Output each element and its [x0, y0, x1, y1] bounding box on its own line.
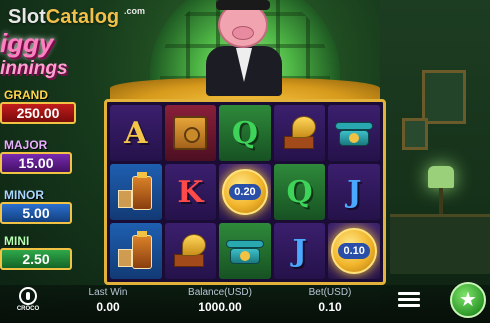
safe-icon	[173, 116, 208, 150]
reel-cell	[273, 105, 326, 161]
pig-mascot	[206, 0, 286, 96]
reel-cell	[219, 223, 271, 279]
bet-label: Bet(USD)	[308, 287, 352, 298]
reel-cell	[164, 223, 217, 279]
bet-display[interactable]: Bet(USD) 0.10	[300, 287, 360, 314]
telephone-icon	[225, 236, 264, 266]
symbol-letter: K	[177, 174, 204, 210]
coin-symbol: 0.20	[221, 169, 268, 215]
reel-cell	[110, 164, 162, 220]
jackpot-mini: MINI 2.50	[0, 234, 76, 270]
telephone-icon	[335, 118, 374, 148]
star-icon: ★	[459, 289, 477, 311]
wall-painting-small	[402, 118, 428, 150]
wall-painting	[422, 70, 466, 124]
reel-cell: 0.20	[219, 164, 271, 220]
reel-grid: A Q K 0.20 Q J J 0.10	[104, 99, 386, 285]
jackpot-major-value: 15.00	[0, 152, 72, 174]
jackpot-minor-value: 5.00	[0, 202, 72, 224]
jackpot-minor-label: MINOR	[4, 188, 44, 202]
reel-cell: 0.10	[328, 223, 380, 279]
last-win-value: 0.00	[96, 300, 120, 314]
spin-button[interactable]: ★	[450, 282, 486, 318]
jackpot-major: MAJOR 15.00	[0, 138, 76, 174]
reel-cell	[164, 105, 217, 161]
symbol-letter: A	[124, 115, 148, 151]
reel-cell: J	[328, 164, 380, 220]
reel-cell: J	[273, 223, 326, 279]
game-logo-subtitle: innings	[0, 58, 68, 79]
gramophone-icon	[172, 234, 208, 268]
balance-display: Balance(USD) 1000.00	[180, 287, 260, 314]
last-win-display: Last Win 0.00	[80, 287, 136, 314]
jackpot-minor: MINOR 5.00	[0, 188, 76, 224]
reel-cell	[110, 223, 162, 279]
reel-cell: Q	[273, 164, 326, 220]
reel-cell: Q	[219, 105, 271, 161]
jackpot-mini-label: MINI	[4, 234, 30, 248]
whiskey-icon	[117, 231, 154, 271]
provider-name: CROCO	[16, 306, 40, 312]
game-logo-title: iggy	[0, 28, 54, 58]
coin-value: 0.10	[338, 243, 370, 259]
jackpot-major-label: MAJOR	[4, 138, 48, 152]
slotcatalog-watermark: SlotCatalog	[8, 6, 120, 28]
reel-cell	[328, 105, 380, 161]
menu-icon[interactable]	[398, 292, 420, 308]
gramophone-icon	[282, 116, 318, 150]
reel-cell: K	[164, 164, 217, 220]
watermark-domain: .com	[124, 6, 146, 16]
desk	[390, 214, 490, 274]
last-win-label: Last Win	[88, 287, 128, 298]
balance-label: Balance(USD)	[188, 287, 252, 298]
reel-cell: A	[110, 105, 162, 161]
jackpot-grand-label: GRAND	[4, 88, 48, 102]
jackpot-mini-value: 2.50	[0, 248, 72, 270]
jackpot-grand-value: 250.00	[0, 102, 76, 124]
bet-value[interactable]: 0.10	[300, 300, 360, 314]
provider-logo: CROCO	[14, 287, 42, 312]
symbol-letter: Q	[286, 174, 313, 210]
jackpot-grand: GRAND 250.00	[0, 88, 76, 124]
pig-snout	[232, 26, 254, 40]
coin-value: 0.20	[229, 184, 261, 200]
desk-lamp-icon	[428, 166, 454, 188]
symbol-letter: J	[292, 233, 307, 269]
coin-symbol: 0.10	[331, 228, 378, 274]
whiskey-icon	[117, 172, 154, 212]
symbol-letter: Q	[231, 115, 259, 151]
croco-logo-icon	[19, 287, 37, 305]
symbol-letter: J	[347, 174, 362, 210]
pig-hat	[216, 0, 270, 10]
background-room	[380, 0, 490, 323]
balance-value: 1000.00	[198, 300, 242, 314]
